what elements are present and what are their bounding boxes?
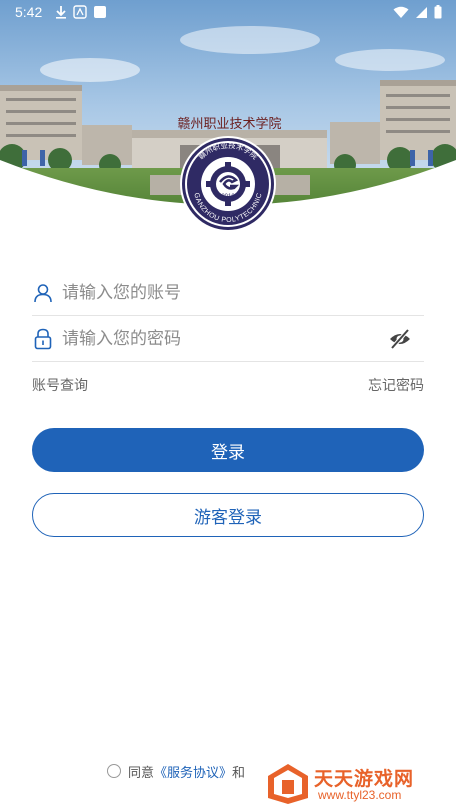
logo-year: 2010 [221, 194, 235, 200]
login-button[interactable]: 登录 [32, 428, 424, 472]
square-icon [94, 6, 106, 18]
agreement-prefix: 同意 [128, 765, 155, 781]
agreement-suffix: 和 [232, 765, 246, 781]
status-left-icons [55, 5, 107, 19]
watermark-url: www.ttyl23.com [318, 788, 402, 802]
account-field [32, 270, 424, 316]
site-watermark: 天天游戏网 www.ttyl23.com [262, 760, 452, 808]
building-sign: 赣州职业技术学院 [177, 116, 281, 132]
agreement-radio[interactable] [107, 764, 121, 778]
app-notification-icon [73, 5, 87, 19]
forgot-password-link[interactable]: 忘记密码 [368, 375, 424, 395]
eye-off-icon[interactable] [388, 328, 412, 350]
auxiliary-links: 账号查询 忘记密码 [32, 375, 424, 395]
lock-icon [32, 328, 54, 350]
account-query-link[interactable]: 账号查询 [32, 375, 88, 395]
wifi-icon [393, 6, 409, 18]
watermark-title: 天天游戏网 [314, 768, 415, 790]
password-input[interactable] [60, 318, 424, 359]
status-time: 5:42 [15, 4, 43, 20]
user-icon [32, 282, 54, 304]
school-logo: 赣州职业技术学院 GANZHOU POLYTECHNIC 2010 [180, 136, 276, 232]
service-agreement-link[interactable]: 《服务协议》 [154, 762, 232, 781]
school-emblem: 赣州职业技术学院 GANZHOU POLYTECHNIC 2010 [182, 138, 274, 230]
status-right-icons [393, 5, 442, 19]
account-input[interactable] [60, 272, 424, 313]
watermark-logo-icon [268, 764, 308, 804]
download-icon [56, 6, 66, 19]
signal-icon [416, 6, 427, 18]
status-bar: 5:42 [0, 0, 456, 26]
agreement-row: 同意 《服务协议》 和 [107, 762, 246, 781]
battery-icon [434, 5, 442, 19]
guest-login-button[interactable]: 游客登录 [32, 493, 424, 537]
password-field [32, 316, 424, 362]
